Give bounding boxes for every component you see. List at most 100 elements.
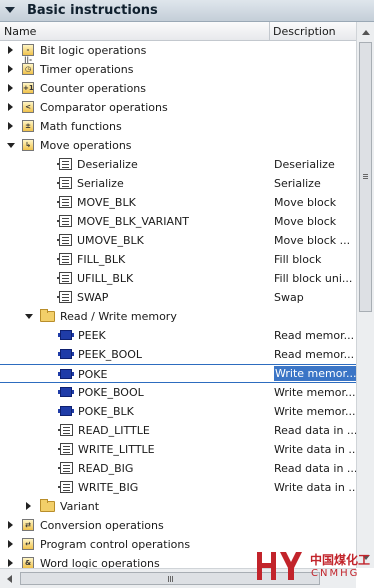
scroll-up-arrow-icon[interactable]	[362, 30, 370, 35]
tree-folder-row[interactable]: +1 Counter operations	[0, 79, 356, 98]
expand-closed-arrow-icon[interactable]	[8, 559, 13, 567]
tree-item-label: POKE_BOOL	[78, 386, 144, 399]
tree-item-label: Serialize	[77, 177, 124, 190]
memory-icon	[58, 406, 74, 416]
scroll-left-arrow-icon[interactable]	[7, 575, 12, 583]
panel-header[interactable]: Basic instructions	[0, 0, 374, 22]
column-divider[interactable]	[269, 22, 270, 40]
panel-title: Basic instructions	[27, 3, 158, 18]
tree-item-label: UFILL_BLK	[77, 272, 134, 285]
expand-open-arrow-icon[interactable]	[7, 143, 15, 148]
grip-icon	[168, 576, 169, 582]
tree-item-label: Variant	[60, 500, 100, 513]
tree-item-description: Move block	[274, 196, 337, 209]
tree-item-description: Fill block uni...	[274, 272, 353, 285]
tree-item-description: Write data in ...	[274, 443, 356, 456]
expand-closed-arrow-icon[interactable]	[26, 502, 31, 510]
block-icon	[58, 443, 73, 455]
tree-item-description: Move block	[274, 215, 337, 228]
block-icon	[57, 196, 72, 208]
tree-item-row[interactable]: POKE_BLK Write memor...	[0, 402, 356, 421]
tree-item-row[interactable]: FILL_BLK Fill block	[0, 250, 356, 269]
tree-item-label: MOVE_BLK	[77, 196, 136, 209]
expand-open-arrow-icon[interactable]	[25, 314, 33, 319]
tree-item-description: Move block ...	[274, 234, 351, 247]
tree-item-row[interactable]: PEEK Read memor...	[0, 326, 356, 345]
tree-item-row[interactable]: READ_BIG Read data in ...	[0, 459, 356, 478]
tree-item-label: PEEK_BOOL	[78, 348, 143, 361]
tree-folder-row[interactable]: ± Math functions	[0, 117, 356, 136]
expand-closed-arrow-icon[interactable]	[8, 521, 13, 529]
expand-closed-arrow-icon[interactable]	[8, 46, 13, 54]
tree-item-label: Timer operations	[40, 63, 134, 76]
comparator-icon: <	[22, 101, 34, 113]
tree-item-row[interactable]: PEEK_BOOL Read memor...	[0, 345, 356, 364]
tree-folder-row[interactable]: -||- Bit logic operations	[0, 41, 356, 64]
expand-closed-arrow-icon[interactable]	[8, 540, 13, 548]
grip-icon	[363, 174, 368, 175]
tree-item-description: Read data in ...	[274, 424, 356, 437]
tree-folder-row[interactable]: ↳ Move operations	[0, 136, 356, 155]
tree-item-row[interactable]: UFILL_BLK Fill block uni...	[0, 269, 356, 288]
tree-item-label: POKE	[78, 368, 108, 381]
math-icon: ±	[22, 120, 34, 132]
tree-item-row[interactable]: POKE Write memor...	[0, 364, 356, 383]
expand-closed-arrow-icon[interactable]	[8, 103, 13, 111]
bit-logic-icon: -||-	[22, 44, 34, 64]
watermark-en-text: CNMHG	[311, 568, 360, 579]
expand-closed-arrow-icon[interactable]	[8, 84, 13, 92]
tree-item-row[interactable]: POKE_BOOL Write memor...	[0, 383, 356, 402]
tree-item-description: Write memor...	[274, 366, 356, 381]
instruction-tree: -||- Bit logic operations ◷ Timer operation…	[0, 41, 356, 568]
tree-item-label: Deserialize	[77, 158, 138, 171]
memory-icon	[58, 387, 74, 397]
tree-folder-row[interactable]: < Comparator operations	[0, 98, 356, 117]
tree-item-label: Word logic operations	[40, 557, 160, 568]
tree-item-row[interactable]: MOVE_BLK_VARIANT Move block	[0, 212, 356, 231]
tree-folder-row[interactable]: ⇄ Conversion operations	[0, 516, 356, 535]
tree-item-label: Read / Write memory	[60, 310, 177, 323]
timer-icon: ◷	[22, 63, 34, 75]
tree-item-label: WRITE_BIG	[78, 481, 139, 494]
tree-item-description: Serialize	[274, 177, 321, 190]
tree-item-description: Write memor...	[274, 386, 356, 399]
watermark-cn-text: 中国煤化工	[310, 553, 371, 567]
tree-item-row[interactable]: UMOVE_BLK Move block ...	[0, 231, 356, 250]
tree-folder-row[interactable]: Variant	[0, 497, 356, 516]
memory-icon	[58, 330, 74, 340]
tree-item-description: Write memor...	[274, 405, 356, 418]
collapse-triangle-icon[interactable]	[5, 7, 15, 13]
memory-icon	[58, 349, 74, 359]
tree-item-row[interactable]: Serialize Serialize	[0, 174, 356, 193]
tree-item-row[interactable]: SWAP Swap	[0, 288, 356, 307]
tree-folder-row[interactable]: ◷ Timer operations	[0, 60, 356, 79]
tree-item-row[interactable]: READ_LITTLE Read data in ...	[0, 421, 356, 440]
vertical-scrollbar[interactable]	[356, 22, 374, 568]
tree-item-label: SWAP	[77, 291, 109, 304]
tree-item-label: Program control operations	[40, 538, 191, 551]
tree-item-row[interactable]: MOVE_BLK Move block	[0, 193, 356, 212]
tree-item-description: Read memor...	[274, 329, 355, 342]
tree-item-label: MOVE_BLK_VARIANT	[77, 215, 190, 228]
conversion-icon: ⇄	[22, 519, 34, 531]
block-icon	[57, 215, 72, 227]
tree-item-description: Swap	[274, 291, 304, 304]
vertical-scroll-thumb[interactable]	[359, 42, 372, 312]
tree-item-label: Bit logic operations	[40, 44, 147, 57]
folder-icon	[40, 499, 55, 512]
expand-closed-arrow-icon[interactable]	[8, 65, 13, 73]
tree-item-row[interactable]: WRITE_BIG Write data in ...	[0, 478, 356, 497]
expand-closed-arrow-icon[interactable]	[8, 122, 13, 130]
program-control-icon: ↵	[22, 538, 34, 550]
block-icon	[58, 424, 73, 436]
tree-item-row[interactable]: WRITE_LITTLE Write data in ...	[0, 440, 356, 459]
column-name-header[interactable]: Name	[4, 25, 36, 38]
watermark: 中国煤化工 CNMHG	[256, 548, 374, 588]
memory-icon	[58, 369, 74, 379]
tree-item-label: Counter operations	[40, 82, 146, 95]
tree-folder-row[interactable]: Read / Write memory	[0, 307, 356, 326]
tree-item-label: Conversion operations	[40, 519, 164, 532]
column-description-header[interactable]: Description	[273, 25, 336, 38]
tree-item-label: READ_LITTLE	[78, 424, 150, 437]
tree-item-row[interactable]: Deserialize Deserialize	[0, 155, 356, 174]
